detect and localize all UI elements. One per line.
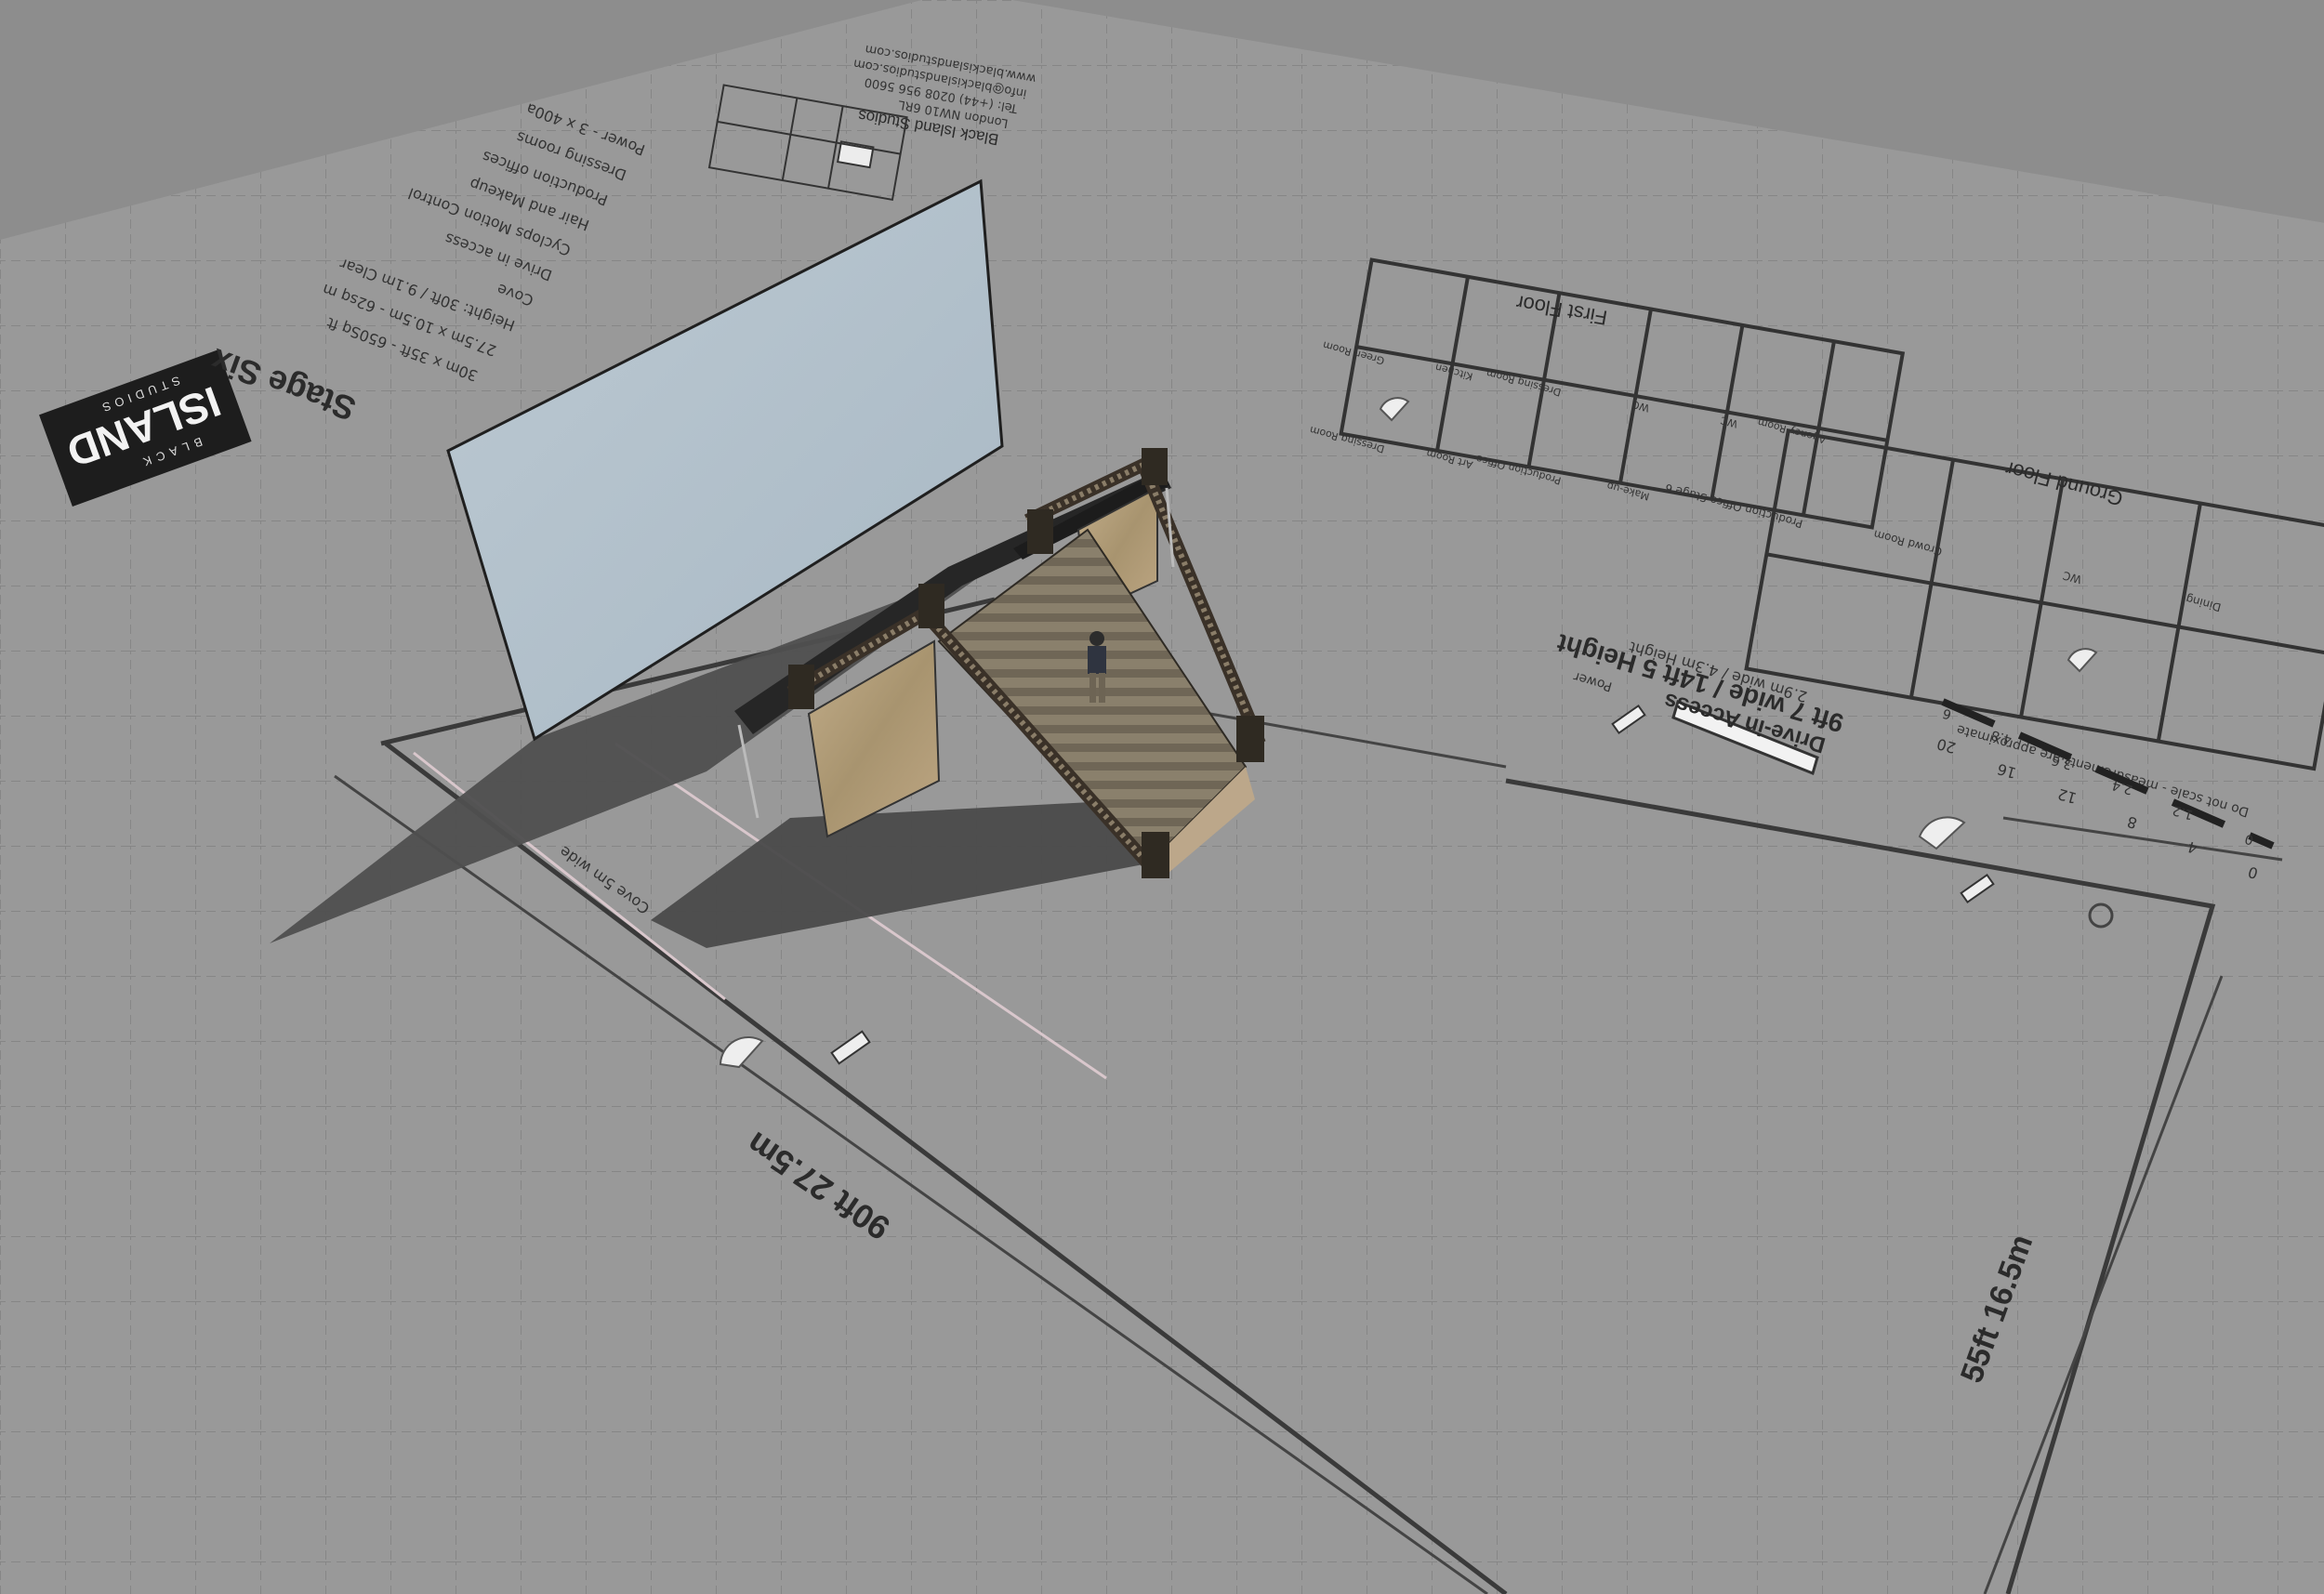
sketchup-viewport[interactable]: First Floor Ground Floor Green RoomKitch… — [0, 0, 2324, 1594]
